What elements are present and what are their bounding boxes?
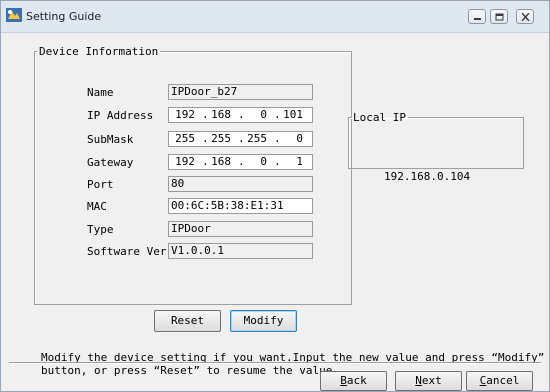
modify-button[interactable]: Modify xyxy=(230,310,297,332)
wizard-content: Device Information Name IPDoor_b27 IP Ad… xyxy=(1,33,549,391)
cancel-button[interactable]: Cancel xyxy=(466,371,533,391)
submask-field[interactable]: 255 . 255 . 255 . 0 xyxy=(168,131,313,147)
next-mnemonic: N xyxy=(415,374,422,387)
gateway-dot: . xyxy=(202,155,209,168)
local-ip-group: Local IP xyxy=(348,111,524,169)
ip-address-field[interactable]: 192 . 168 . 0 . 101 xyxy=(168,107,313,123)
gateway-dot: . xyxy=(238,155,245,168)
submask-dot: . xyxy=(274,132,281,145)
app-icon xyxy=(6,8,22,22)
gateway-octet-3: 0 xyxy=(260,155,267,168)
software-version-label: Software Ver. xyxy=(87,245,174,258)
local-ip-value: 192.168.0.104 xyxy=(384,170,471,183)
device-information-legend: Device Information xyxy=(39,45,159,58)
window-title: Setting Guide xyxy=(26,10,102,23)
ip-dot: . xyxy=(238,108,245,121)
submask-label: SubMask xyxy=(87,133,134,146)
ip-dot: . xyxy=(202,108,209,121)
submask-octet-3: 255 xyxy=(247,132,267,145)
port-label: Port xyxy=(87,178,114,191)
gateway-field[interactable]: 192 . 168 . 0 . 1 xyxy=(168,154,313,170)
next-label-rest: ext xyxy=(421,374,442,387)
name-field[interactable]: IPDoor_b27 xyxy=(168,84,313,100)
ip-octet-1: 192 xyxy=(175,108,195,121)
mac-field[interactable]: 00:6C:5B:38:E1:31 xyxy=(168,198,313,214)
minimize-icon xyxy=(474,18,481,20)
close-button[interactable] xyxy=(516,9,534,24)
submask-octet-1: 255 xyxy=(175,132,195,145)
back-mnemonic: B xyxy=(340,374,347,387)
cancel-label-rest: ancel xyxy=(486,374,520,387)
minimize-button[interactable] xyxy=(468,9,486,24)
submask-octet-4: 0 xyxy=(296,132,303,145)
gateway-label: Gateway xyxy=(87,156,134,169)
setting-guide-window: Setting Guide Device Information Name IP… xyxy=(0,0,550,392)
port-field[interactable]: 80 xyxy=(168,176,313,192)
ip-octet-3: 0 xyxy=(260,108,267,121)
ip-dot: . xyxy=(274,108,281,121)
reset-button[interactable]: Reset xyxy=(154,310,221,332)
gateway-octet-2: 168 xyxy=(211,155,231,168)
local-ip-legend: Local IP xyxy=(353,111,406,124)
name-label: Name xyxy=(87,86,114,99)
next-button[interactable]: Next xyxy=(395,371,462,391)
gateway-dot: . xyxy=(274,155,281,168)
submask-octet-2: 255 xyxy=(211,132,231,145)
type-label: Type xyxy=(87,223,114,236)
maximize-button[interactable] xyxy=(490,9,508,24)
gateway-octet-1: 192 xyxy=(175,155,195,168)
maximize-icon xyxy=(495,13,504,21)
submask-dot: . xyxy=(202,132,209,145)
title-bar: Setting Guide xyxy=(1,1,549,33)
ip-octet-4: 101 xyxy=(283,108,303,121)
software-version-field[interactable]: V1.0.0.1 xyxy=(168,243,313,259)
gateway-octet-4: 1 xyxy=(296,155,303,168)
back-label-rest: ack xyxy=(346,374,367,387)
back-button[interactable]: Back xyxy=(320,371,387,391)
footer-divider xyxy=(9,362,541,364)
submask-dot: . xyxy=(238,132,245,145)
close-icon xyxy=(521,13,530,21)
ip-address-label: IP Address xyxy=(87,109,154,122)
type-field[interactable]: IPDoor xyxy=(168,221,313,237)
ip-octet-2: 168 xyxy=(211,108,231,121)
mac-label: MAC xyxy=(87,200,107,213)
